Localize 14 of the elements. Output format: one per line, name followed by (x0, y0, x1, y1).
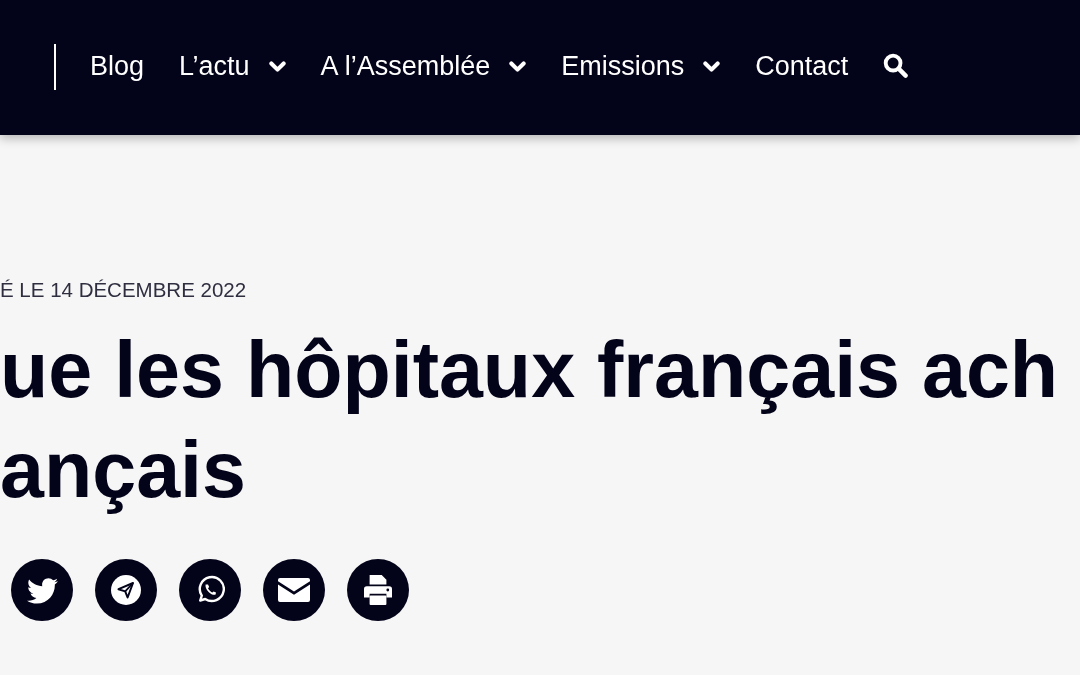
nav-link[interactable]: L’actu (179, 50, 286, 82)
nav-link[interactable]: Contact (755, 50, 849, 82)
printer-icon (364, 575, 392, 605)
bird-icon (26, 576, 58, 604)
envelope-icon (278, 578, 310, 602)
nav-link[interactable]: Emissions (561, 50, 721, 82)
publish-date: É LE 14 DÉCEMBRE 2022 (0, 278, 247, 301)
headline-text: ue les hôpitaux français ach (0, 324, 1059, 416)
headline-text: ançais (0, 424, 246, 516)
nav-link[interactable]: Blog (90, 50, 145, 82)
nav-link[interactable]: A l’Assemblée (320, 50, 527, 82)
paper-plane-icon (111, 575, 141, 605)
search-button[interactable] (883, 52, 909, 78)
search-icon (883, 52, 909, 78)
